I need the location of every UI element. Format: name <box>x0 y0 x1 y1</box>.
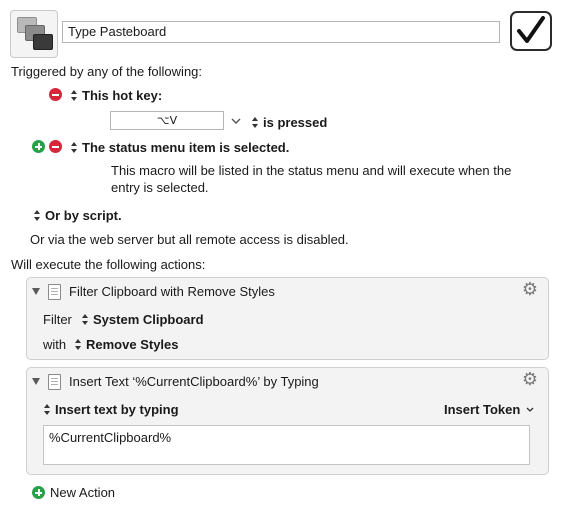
insert-token-label: Insert Token <box>444 402 521 417</box>
add-trigger-button[interactable] <box>32 140 45 153</box>
action-document-icon <box>48 284 61 300</box>
new-action-plus-icon[interactable] <box>32 486 45 499</box>
insert-action-title: Insert Text ‘%CurrentClipboard%’ by Typi… <box>69 374 319 389</box>
checkmark-icon <box>517 16 545 43</box>
insert-mode-select[interactable]: Insert text by typing <box>44 402 179 417</box>
updown-arrows-icon <box>82 314 89 325</box>
filter-source-select[interactable]: System Clipboard <box>82 312 204 327</box>
hotkey-field[interactable]: ⌥V <box>110 111 224 130</box>
status-menu-trigger-label: The status menu item is selected. <box>82 140 290 155</box>
gear-icon[interactable]: ⚙ <box>521 281 539 299</box>
hotkey-condition-label: is pressed <box>263 115 328 130</box>
web-server-note: Or via the web server but all remote acc… <box>30 232 349 247</box>
hotkey-trigger-label: This hot key: <box>82 88 163 103</box>
script-trigger-label: Or by script. <box>45 208 122 223</box>
triggers-heading: Triggered by any of the following: <box>11 64 203 79</box>
filter-source-value: System Clipboard <box>93 312 204 327</box>
status-menu-description-line1: This macro will be listed in the status … <box>111 163 512 178</box>
action-document-icon <box>48 374 61 390</box>
filter-clipboard-action[interactable]: Filter Clipboard with Remove Styles ⚙ Fi… <box>26 277 549 360</box>
hotkey-trigger-type[interactable]: This hot key: <box>71 88 162 103</box>
disclosure-triangle-icon[interactable] <box>32 378 40 385</box>
insert-token-menu[interactable]: Insert Token <box>444 402 534 417</box>
filter-type-select[interactable]: Remove Styles <box>75 337 179 352</box>
filter-action-title: Filter Clipboard with Remove Styles <box>69 284 275 299</box>
status-menu-trigger-type[interactable]: The status menu item is selected. <box>71 140 289 155</box>
chevron-down-icon <box>526 407 534 412</box>
script-trigger-select[interactable]: Or by script. <box>34 208 122 223</box>
with-label: with <box>43 337 67 352</box>
actions-heading: Will execute the following actions: <box>11 257 206 272</box>
updown-arrows-icon <box>75 339 82 350</box>
disclosure-triangle-icon[interactable] <box>32 288 40 295</box>
chevron-down-icon[interactable] <box>231 118 241 124</box>
insert-text-field[interactable]: %CurrentClipboard% <box>43 425 530 465</box>
updown-arrows-icon <box>34 210 41 221</box>
macro-name-field[interactable]: Type Pasteboard <box>62 21 500 43</box>
gear-icon[interactable]: ⚙ <box>521 371 539 389</box>
remove-hotkey-trigger-button[interactable] <box>49 88 62 101</box>
macro-icon[interactable] <box>10 10 58 58</box>
updown-arrows-icon <box>44 404 51 415</box>
macro-enabled-checkbox[interactable] <box>510 11 552 51</box>
updown-arrows-icon <box>71 142 78 153</box>
remove-status-menu-trigger-button[interactable] <box>49 140 62 153</box>
updown-arrows-icon <box>252 117 259 128</box>
insert-mode-value: Insert text by typing <box>55 402 179 417</box>
new-action-button[interactable]: New Action <box>50 485 115 500</box>
status-menu-description-line2: entry is selected. <box>111 180 209 195</box>
hotkey-condition-select[interactable]: is pressed <box>252 115 327 130</box>
filter-type-value: Remove Styles <box>86 337 179 352</box>
updown-arrows-icon <box>71 90 78 101</box>
filter-label: Filter <box>43 312 72 327</box>
